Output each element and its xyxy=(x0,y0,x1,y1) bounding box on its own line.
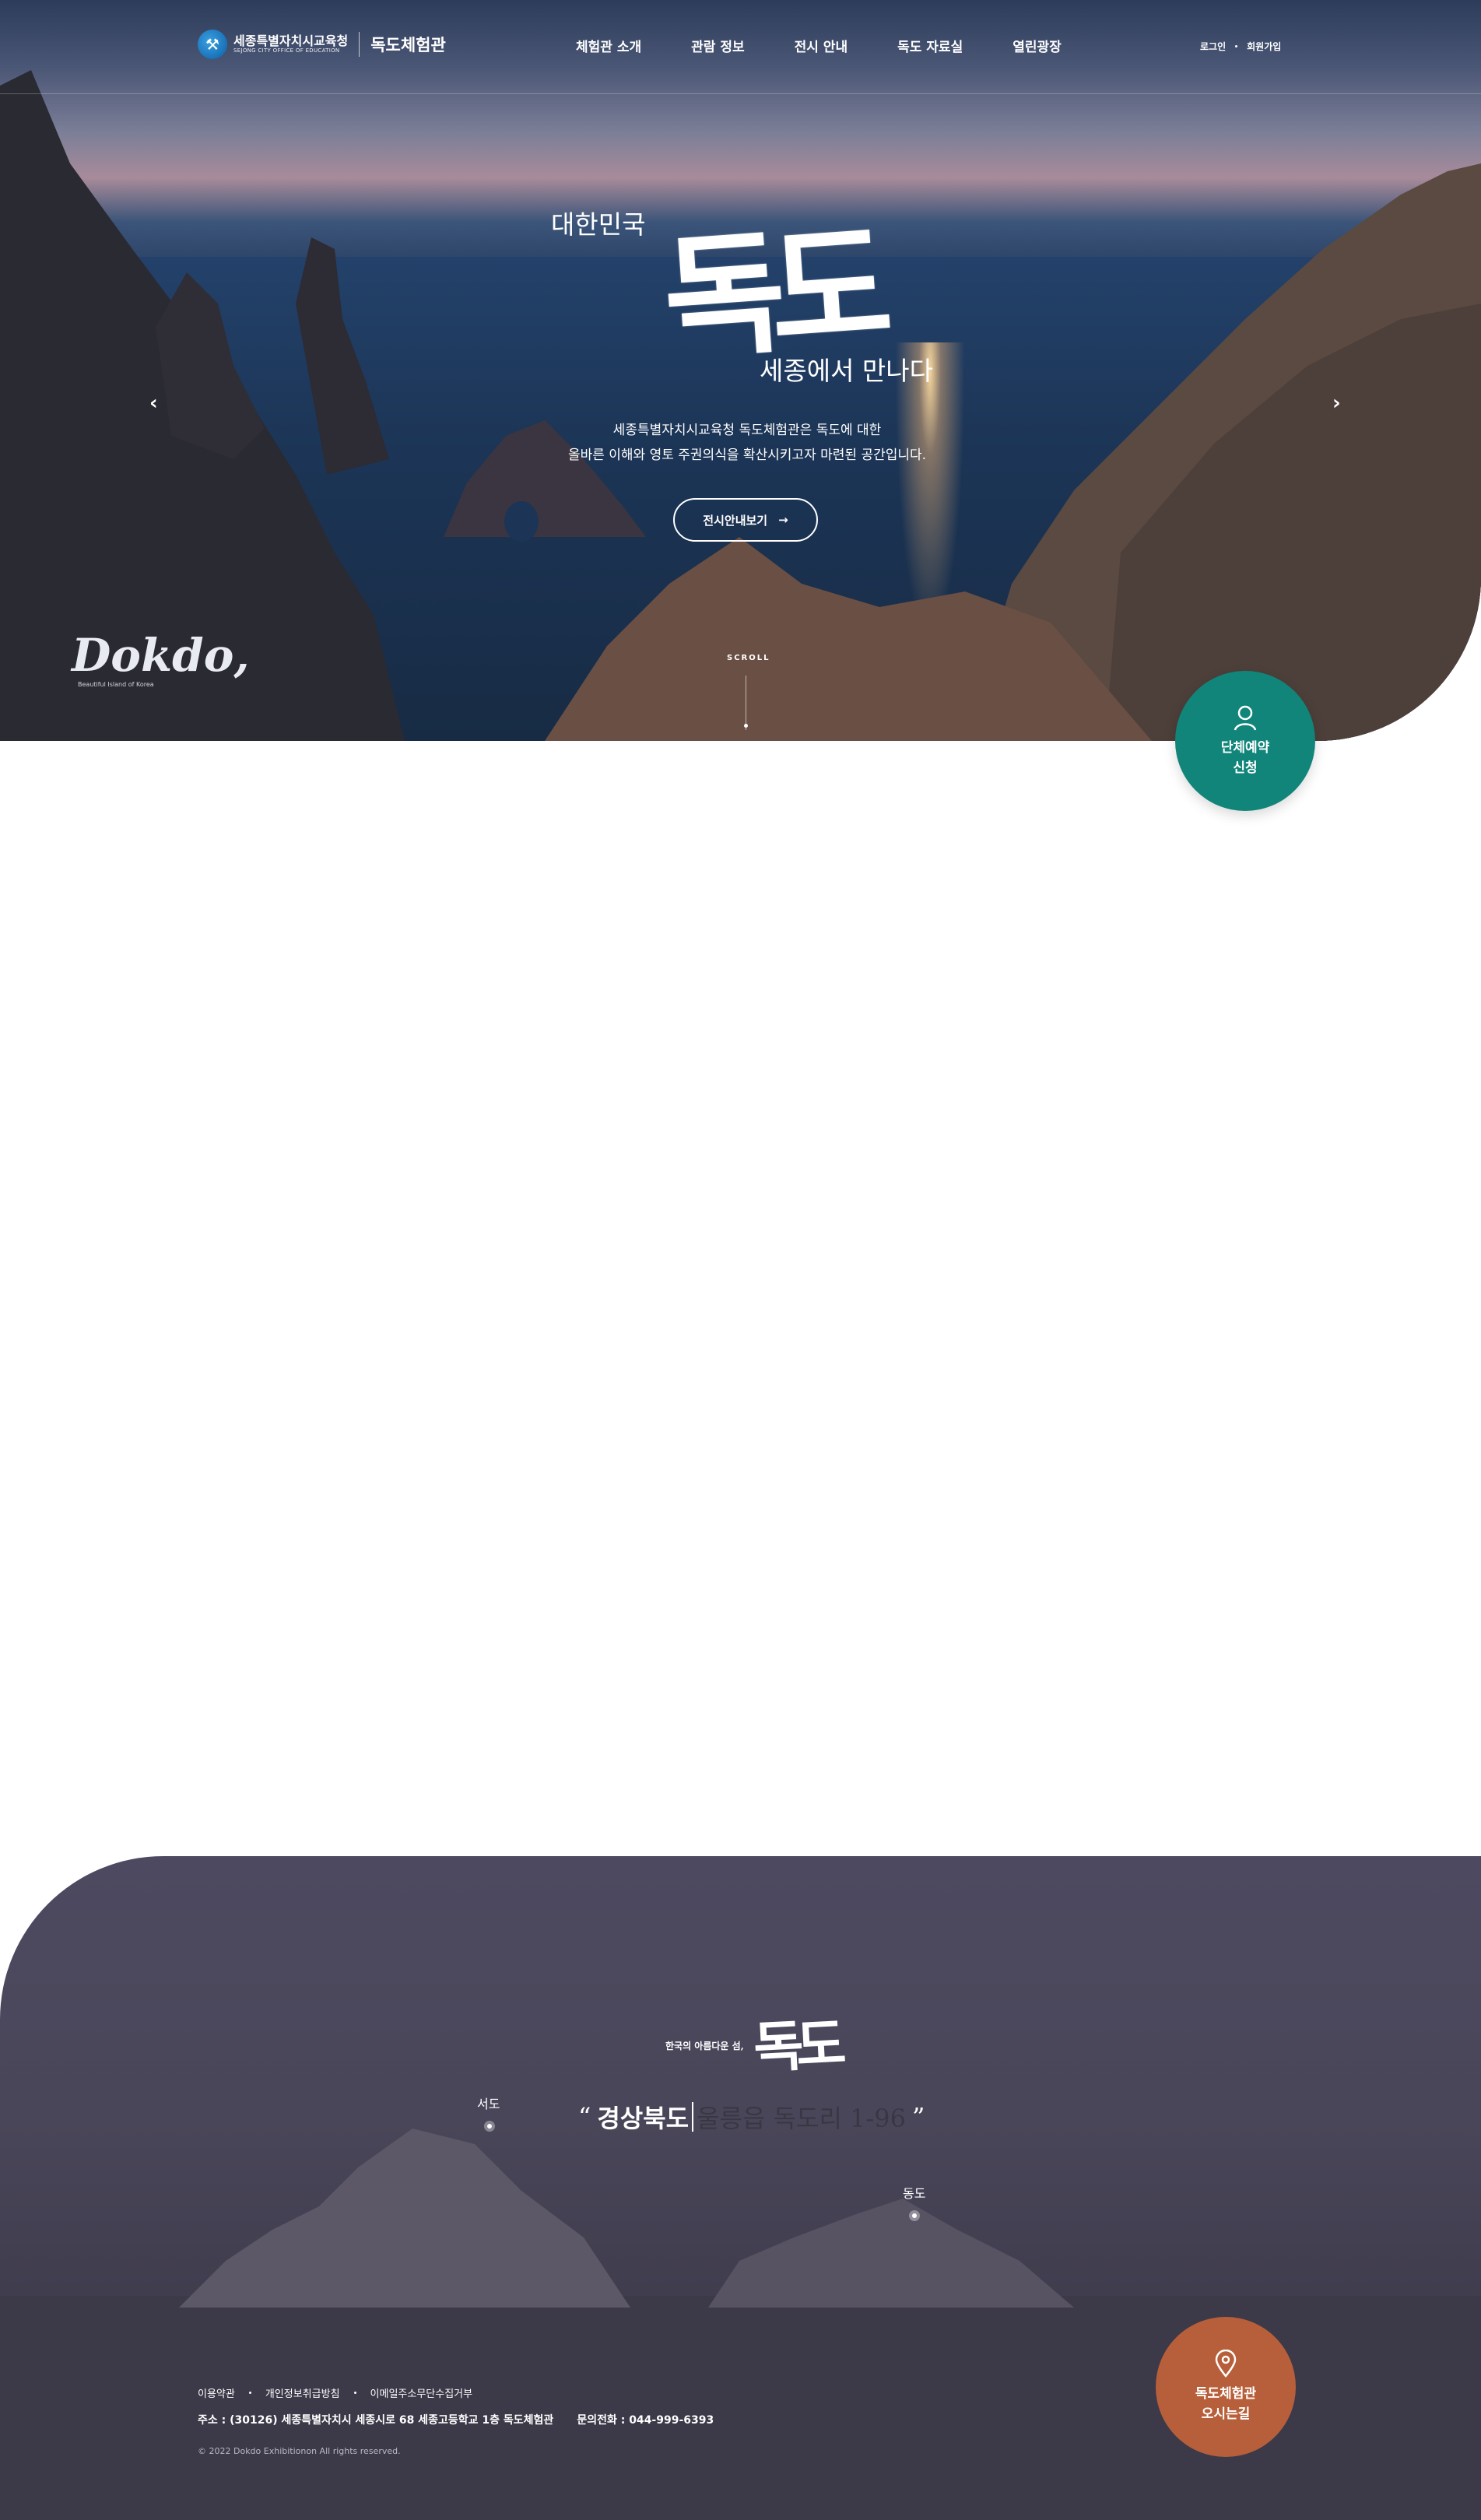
scroll-indicator-dot xyxy=(744,724,748,728)
directions-button[interactable]: 독도체험관 오시는길 xyxy=(1156,2317,1296,2457)
footer-links: 이용약관 개인정보취급방침 이메일주소무단수집거부 xyxy=(198,2385,472,2400)
user-icon xyxy=(1234,705,1257,731)
signup-link[interactable]: 회원가입 xyxy=(1247,40,1281,53)
hero-desc-line1: 세종특별자치시교육청 독도체험관은 독도에 대한 xyxy=(612,423,882,438)
directions-line2: 오시는길 xyxy=(1201,2406,1251,2422)
directions-line1: 독도체험관 xyxy=(1195,2386,1257,2402)
nav-item-intro[interactable]: 체험관 소개 xyxy=(576,36,641,55)
site-footer: 한국의 아름다운 섬, 독도 “ 경상북도 울릉읍 독도리 1-96 ” 서도 … xyxy=(0,1856,1481,2520)
util-separator xyxy=(1235,45,1238,47)
dokdo-brand-logo: Dokdo, xyxy=(72,629,250,682)
location-title: 독도 xyxy=(752,2011,841,2080)
nav-item-exhibition[interactable]: 전시 안내 xyxy=(795,36,848,55)
slider-prev-button[interactable]: ‹ xyxy=(149,391,158,415)
hero-title-suffix: 세종에서 만나다 xyxy=(760,356,934,386)
exhibition-guide-button[interactable]: 전시안내보기 → xyxy=(673,498,818,542)
group-booking-line1: 단체예약 xyxy=(1220,740,1270,756)
location-subtitle: 한국의 아름다운 섬, xyxy=(665,2041,744,2051)
dokdo-brand-sub: Beautiful Island of Korea xyxy=(78,681,154,688)
util-menu: 로그인 회원가입 xyxy=(1200,40,1281,53)
address-main: 경상북도 xyxy=(597,2104,690,2133)
hero-description: 세종특별자치시교육청 독도체험관은 독도에 대한 올바른 이해와 영토 주권의식… xyxy=(545,418,949,468)
logo-org-sub: SEJONG CITY OFFICE OF EDUCATION xyxy=(233,47,340,54)
scroll-indicator-label: SCROLL xyxy=(727,654,770,662)
footer-link-separator xyxy=(248,2392,251,2394)
logo-site-name: 독도체험관 xyxy=(370,36,446,54)
rock-center xyxy=(545,537,1152,741)
logo-separator xyxy=(359,32,360,57)
footer-address: 주소 : (30126) 세종특별자치시 세종시로 68 세종고등학교 1층 독… xyxy=(198,2414,554,2427)
footer-phone: 문의전화 : 044-999-6393 xyxy=(577,2414,714,2427)
footer-contact: 주소 : (30126) 세종특별자치시 세종시로 68 세종고등학교 1층 독… xyxy=(198,2412,714,2427)
dokdo-islands-illustration xyxy=(179,2129,1074,2308)
west-island-label: 서도 xyxy=(477,2097,500,2111)
footer-copyright: © 2022 Dokdo Exhibitionon All rights res… xyxy=(198,2446,401,2456)
nav-item-visit-info[interactable]: 관람 정보 xyxy=(691,36,744,55)
east-island-marker[interactable] xyxy=(909,2210,920,2221)
exhibition-guide-label: 전시안내보기 xyxy=(703,513,768,528)
address-cursor xyxy=(692,2102,694,2132)
slider-next-button[interactable]: › xyxy=(1332,391,1341,415)
site-logo[interactable]: ⚒ 세종특별자치시교육청 SEJONG CITY OFFICE OF EDUCA… xyxy=(198,30,446,59)
west-island-marker[interactable] xyxy=(484,2121,495,2132)
header-divider xyxy=(0,93,1481,94)
logo-org-name: 세종특별자치시교육청 xyxy=(233,33,349,48)
quote-open: “ xyxy=(578,2102,591,2132)
nav-item-archive[interactable]: 독도 자료실 xyxy=(897,36,963,55)
footer-link-separator xyxy=(353,2392,356,2394)
emblem-icon: ⚒ xyxy=(198,30,227,59)
address-rest: 울릉읍 독도리 1-96 xyxy=(697,2104,906,2133)
arrow-right-icon: → xyxy=(778,513,788,527)
map-pin-icon xyxy=(1215,2350,1237,2378)
quote-close: ” xyxy=(912,2102,925,2132)
email-policy-link[interactable]: 이메일주소무단수집거부 xyxy=(370,2385,473,2400)
east-island-label: 동도 xyxy=(903,2186,926,2201)
login-link[interactable]: 로그인 xyxy=(1200,40,1226,53)
hero-desc-line2: 올바른 이해와 영토 주권의식을 확산시키고자 마련된 공간입니다. xyxy=(567,447,927,463)
location-address: “ 경상북도 울릉읍 독도리 1-96 ” xyxy=(572,2099,931,2135)
nav-item-open-square[interactable]: 열린광장 xyxy=(1012,36,1062,55)
hero-slider: ⚒ 세종특별자치시교육청 SEJONG CITY OFFICE OF EDUCA… xyxy=(0,0,1481,741)
main-nav: 체험관 소개 관람 정보 전시 안내 독도 자료실 열린광장 xyxy=(576,36,1062,55)
terms-link[interactable]: 이용약관 xyxy=(198,2385,235,2400)
group-booking-button[interactable]: 단체예약 신청 xyxy=(1175,671,1315,811)
privacy-link[interactable]: 개인정보취급방침 xyxy=(265,2385,340,2400)
group-booking-line2: 신청 xyxy=(1233,760,1258,776)
hero-title-prefix: 대한민국 xyxy=(551,209,646,240)
